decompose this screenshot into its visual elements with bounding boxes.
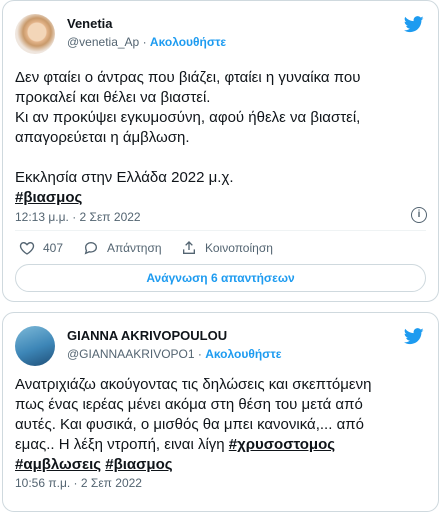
reply-label: Απάντηση (107, 241, 162, 255)
author-handle[interactable]: @venetia_Ap (67, 35, 139, 49)
separator: · (139, 35, 150, 49)
avatar[interactable] (15, 14, 55, 54)
tweet-card: Venetia @venetia_Ap · Ακολουθήστε Δεν φτ… (2, 0, 439, 302)
timestamp[interactable]: 10:56 π.μ. · 2 Σεπ 2022 (15, 476, 142, 490)
avatar[interactable] (15, 326, 55, 366)
tweet-header: Venetia @venetia_Ap · Ακολουθήστε (15, 14, 425, 54)
read-replies-button[interactable]: Ανάγνωση 6 απαντήσεων (15, 264, 426, 292)
divider (15, 230, 426, 231)
info-icon[interactable]: i (411, 207, 427, 223)
author-name[interactable]: Venetia (67, 16, 113, 31)
share-button[interactable]: Κοινοποίηση (181, 240, 273, 256)
tweet-header: GIANNA AKRIVOPOULOU @GIANNAAKRIVOPO1 · Α… (15, 326, 425, 366)
handle-line: @GIANNAAKRIVOPO1 · Ακολουθήστε (67, 347, 281, 361)
tweet-text: Ανατριχιάζω ακούγοντας τις δηλώσεις και … (15, 375, 427, 475)
author-handle[interactable]: @GIANNAAKRIVOPO1 (67, 347, 195, 361)
twitter-bird-icon[interactable] (403, 14, 425, 34)
tweet-body: Δεν φταίει ο άντρας που βιάζει, φταίει η… (15, 69, 361, 186)
follow-button[interactable]: Ακολουθήστε (205, 347, 281, 361)
hashtag-link[interactable]: #χρυσοστομος (229, 436, 335, 453)
heart-icon (19, 241, 35, 255)
share-label: Κοινοποίηση (205, 241, 273, 255)
hashtag-link[interactable]: #αμβλωσεις (15, 456, 101, 473)
hashtag-link[interactable]: #βιασμος (15, 189, 82, 206)
timestamp[interactable]: 12:13 μ.μ. · 2 Σεπ 2022 (15, 210, 141, 224)
tweet-text: Δεν φταίει ο άντρας που βιάζει, φταίει η… (15, 68, 427, 208)
handle-line: @venetia_Ap · Ακολουθήστε (67, 35, 226, 49)
tweet-card: GIANNA AKRIVOPOULOU @GIANNAAKRIVOPO1 · Α… (2, 312, 439, 512)
follow-button[interactable]: Ακολουθήστε (150, 35, 226, 49)
author-name[interactable]: GIANNA AKRIVOPOULOU (67, 328, 227, 343)
twitter-bird-icon[interactable] (403, 326, 425, 346)
like-count: 407 (43, 241, 64, 255)
like-button[interactable]: 407 (19, 240, 63, 256)
reply-button[interactable]: Απάντηση (83, 240, 162, 256)
share-icon (183, 241, 195, 254)
reply-icon (84, 241, 98, 255)
separator: · (194, 347, 206, 361)
hashtag-link[interactable]: #βιασμος (105, 456, 172, 473)
